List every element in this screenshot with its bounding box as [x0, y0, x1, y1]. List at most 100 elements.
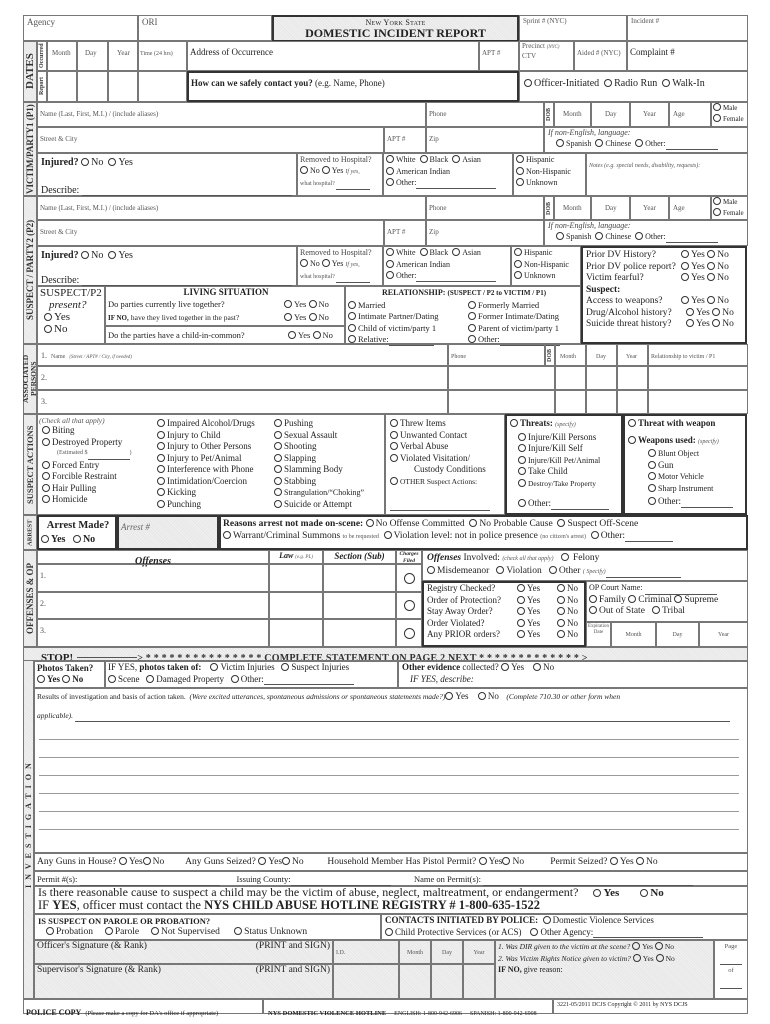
page-total-input[interactable] [720, 988, 742, 989]
sig-month-field[interactable]: Month [399, 940, 431, 964]
threat-radio[interactable]: Injure/Kill Self [510, 443, 621, 455]
spanish-radio[interactable]: Spanish [556, 231, 591, 243]
narrative-line[interactable] [39, 828, 739, 830]
suspect-phone-field[interactable]: Phone [426, 196, 544, 220]
action-radio[interactable]: Sexual Assault [274, 430, 386, 442]
threat-radio[interactable]: Destroy/Take Property [510, 478, 621, 490]
agency-field[interactable]: Agency [23, 15, 138, 41]
child-yes-radio[interactable]: Yes [593, 887, 619, 900]
out-of-state-radio[interactable]: Out of State [589, 606, 645, 618]
threat-other-input[interactable] [551, 508, 609, 510]
victim-male-radio[interactable]: Male [713, 103, 747, 114]
arrest-yes-radio[interactable]: Yes [41, 533, 65, 547]
assoc-row-2-day[interactable] [586, 366, 617, 390]
assoc-row-1-relationship[interactable]: Relationship to victim / P1 [648, 344, 748, 366]
no-radio[interactable]: No [312, 330, 333, 342]
not-supervised-radio[interactable]: Not Supervised [150, 927, 220, 939]
guns-seized-yes-radio[interactable]: Yes [258, 857, 282, 869]
suspect-dob-year[interactable]: Year [630, 196, 669, 220]
action-radio[interactable]: Interference with Phone [157, 464, 274, 476]
action-radio[interactable]: Unwanted Contact [390, 430, 504, 442]
offense-law-1[interactable] [269, 564, 323, 592]
violation-radio[interactable]: Violation [496, 565, 542, 578]
no-radio[interactable]: No [712, 319, 734, 331]
hospital-no-radio[interactable]: No [300, 165, 320, 177]
spanish-radio[interactable]: Spanish [556, 138, 591, 150]
safe-contact-field[interactable]: How can we safely contact you? (e.g. Nam… [187, 71, 519, 102]
weapon-radio[interactable]: Gun [628, 460, 745, 472]
weapon-other-input[interactable] [681, 506, 733, 508]
action-radio[interactable]: Forced Entry [39, 460, 157, 472]
assoc-row-1-month[interactable]: Month [555, 344, 586, 366]
race-asian-radio[interactable]: Asian [452, 247, 481, 259]
assoc-row-2-month[interactable] [555, 366, 586, 390]
no-radio[interactable]: No [557, 629, 578, 641]
suspect-female-radio[interactable]: Female [713, 208, 747, 219]
no-radio[interactable]: No [557, 606, 578, 618]
hospital-yes-radio[interactable]: Yes [321, 165, 343, 177]
offense-section-3[interactable] [323, 619, 396, 647]
race-other-radio[interactable]: Other: [386, 270, 510, 282]
felony-radio[interactable]: Felony [560, 553, 599, 565]
pistol-permit-no-radio[interactable]: No [502, 857, 524, 869]
race-asian-radio[interactable]: Asian [452, 154, 481, 166]
unknown-ethnicity-radio[interactable]: Unknown [514, 270, 580, 282]
hospital-input[interactable] [336, 282, 371, 283]
sprint-field[interactable]: Sprint # (NYC) [519, 15, 627, 41]
weapons-used-radio[interactable]: Weapons used: (specify) [628, 435, 745, 449]
occurred-year[interactable]: Year [108, 41, 138, 71]
narrative-line[interactable] [39, 756, 739, 758]
threat-radio[interactable]: Injure/Kill Persons [510, 432, 621, 444]
narrative-line[interactable] [39, 810, 739, 812]
address-apt-field[interactable]: APT # [479, 41, 519, 71]
action-radio[interactable]: Biting [39, 425, 157, 437]
yes-radio[interactable]: Yes [517, 595, 557, 607]
weapon-other-radio[interactable]: Other: [628, 496, 745, 508]
offense-section-1[interactable] [323, 564, 396, 592]
charges-radio[interactable] [403, 627, 415, 639]
yes-radio[interactable]: Yes [517, 629, 557, 641]
arrest-other-input[interactable] [625, 541, 674, 542]
sup-day-field[interactable] [431, 964, 463, 999]
assoc-row-3-month[interactable] [555, 390, 586, 414]
dv-services-radio[interactable]: Domestic Violence Services [542, 915, 654, 927]
rel-parent-radio[interactable]: Parent of victim/party 1 [468, 323, 559, 333]
action-radio[interactable]: Suicide or Attempt [274, 499, 386, 511]
expiration-day[interactable]: Day [656, 622, 699, 647]
radio-run-radio[interactable]: Radio Run [604, 78, 657, 89]
victim-name-field[interactable]: Name (Last, First, M.I.) / (include alia… [37, 102, 426, 127]
report-month[interactable] [47, 71, 77, 102]
action-radio[interactable]: Injury to Pet/Animal [157, 453, 274, 465]
no-offense-radio[interactable]: No Offense Committed [365, 519, 465, 531]
action-radio[interactable]: Stabbing [274, 476, 386, 488]
rel-intimate-radio[interactable]: Intimate Partner/Dating [348, 311, 468, 323]
walk-in-radio[interactable]: Walk-In [662, 78, 705, 89]
action-radio[interactable]: Punching [157, 499, 274, 511]
yes-radio[interactable]: Yes [517, 618, 557, 630]
report-day[interactable] [77, 71, 108, 102]
assoc-row-1-phone[interactable]: Phone [448, 344, 545, 366]
assoc-row-3-day[interactable] [586, 390, 617, 414]
action-radio[interactable]: Homicide [39, 494, 157, 506]
expiration-month[interactable]: Month [611, 622, 656, 647]
victim-female-radio[interactable]: Female [713, 114, 747, 125]
occurred-day[interactable]: Day [77, 41, 108, 71]
suspect-male-radio[interactable]: Male [713, 197, 747, 208]
other-agency-input[interactable] [593, 937, 704, 938]
officer-initiated-radio[interactable]: Officer-Initiated [524, 78, 599, 89]
victim-dob-year[interactable]: Year [630, 102, 669, 127]
violation-radio[interactable]: Violation level: not in police presence … [383, 530, 586, 544]
scene-radio[interactable]: Scene [108, 674, 140, 686]
suspect-street-field[interactable]: Street & City [37, 220, 384, 246]
action-radio[interactable]: Intimidation/Coercion [157, 476, 274, 488]
race-american-indian-radio[interactable]: American Indian [386, 259, 510, 271]
action-radio[interactable]: Injury to Other Persons [157, 441, 274, 453]
action-radio[interactable]: Forcible Restraint [39, 471, 157, 483]
action-radio[interactable]: Injury to Child [157, 430, 274, 442]
report-year[interactable] [108, 71, 138, 102]
offense-law-3[interactable] [269, 619, 323, 647]
cps-radio[interactable]: Child Protective Services (or ACS) [385, 927, 521, 939]
injured-yes-radio[interactable]: Yes [108, 157, 133, 169]
charges-radio[interactable] [403, 600, 415, 611]
threat-other-radio[interactable]: Other: [510, 498, 621, 510]
